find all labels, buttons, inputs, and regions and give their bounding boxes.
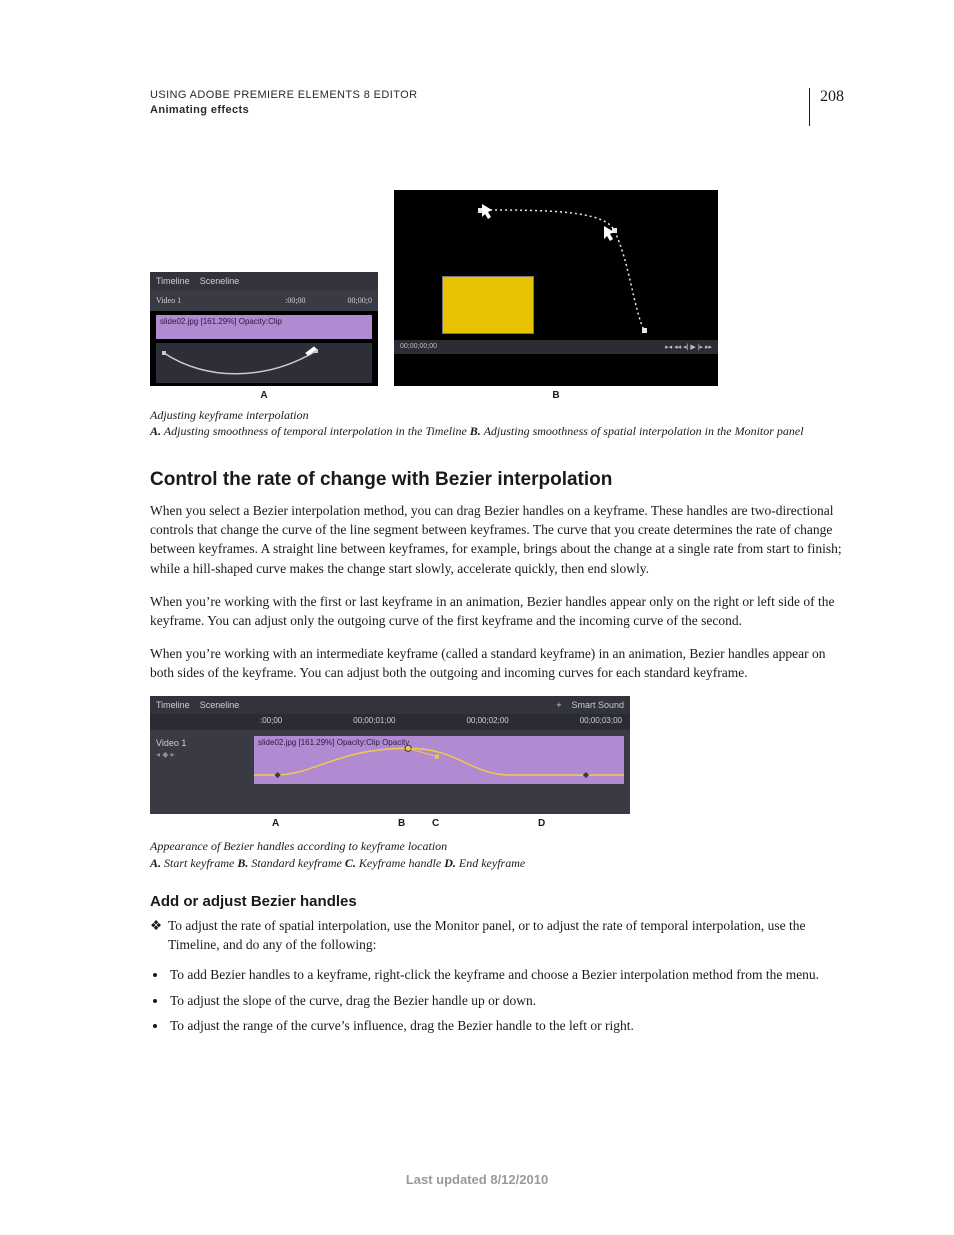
figure-2-caption-lead: Appearance of Bezier handles according t… (150, 838, 844, 854)
figure-2-caption-c-text: Keyframe handle (356, 856, 444, 870)
figure-1-panel-a: Timeline Sceneline Video 1 :00;00 00;00;… (150, 272, 378, 386)
bullet-3: To adjust the range of the curve’s influ… (168, 1013, 844, 1039)
tab-timeline: Timeline (156, 276, 190, 286)
lead-item-text: To adjust the rate of spatial interpolat… (168, 918, 806, 952)
figure-1-letter-b: B (394, 390, 718, 401)
tab-timeline-2: Timeline (156, 700, 190, 710)
page-number-rule: 208 (809, 88, 844, 126)
figure-1-caption-b-text: Adjusting smoothness of spatial interpol… (481, 424, 804, 438)
bullet-1: To add Bezier handles to a keyframe, rig… (168, 962, 844, 988)
section-p3: When you’re working with an intermediate… (150, 644, 844, 682)
figure-2: Timeline Sceneline + Smart Sound :00;00 … (150, 696, 630, 832)
figure-1-caption-lead: Adjusting keyframe interpolation (150, 407, 844, 423)
figure-1-letter-a: A (150, 390, 378, 401)
figure-2-letter-c: C (432, 818, 439, 829)
bullet-2: To adjust the slope of the curve, drag t… (168, 988, 844, 1014)
header-product: USING ADOBE PREMIERE ELEMENTS 8 EDITOR (150, 88, 417, 103)
ruler-t2: 00;00;02;00 (466, 716, 508, 730)
section-heading: Control the rate of change with Bezier i… (150, 469, 844, 491)
tab-sceneline-2: Sceneline (200, 700, 240, 710)
figure-1-letters: A B (150, 390, 844, 401)
figure-2-letter-b: B (398, 818, 405, 829)
figure-2-letter-d: D (538, 818, 545, 829)
section-p2: When you’re working with the first or la… (150, 592, 844, 630)
figure-1-caption-a-text: Adjusting smoothness of temporal interpo… (161, 424, 470, 438)
figure-1-caption-a-key: A. (150, 424, 161, 438)
ruler-t1: 00;00;01;00 (353, 716, 395, 730)
figure-2-clip-strip: slide02.jpg [161.29%] Opacity:Clip Opaci… (254, 736, 624, 784)
figure-2-caption: Appearance of Bezier handles according t… (150, 838, 844, 870)
clip-label: slide02.jpg [161.29%] Opacity:Clip (156, 315, 372, 339)
diamond-lead-item: ❖ To adjust the rate of spatial interpola… (150, 916, 844, 954)
section-p1: When you select a Bezier interpolation m… (150, 501, 844, 578)
figure-2-caption-c-key: C. (345, 856, 356, 870)
bullet-list: To add Bezier handles to a keyframe, rig… (150, 962, 844, 1039)
monitor-thumbnail (442, 276, 534, 334)
keyframe-graph-a (156, 343, 372, 383)
running-header: USING ADOBE PREMIERE ELEMENTS 8 EDITOR A… (150, 88, 844, 118)
figure-2-letters: A B C D (150, 818, 630, 832)
figure-2-letter-a: A (272, 818, 279, 829)
diamond-bullet-icon: ❖ (150, 916, 160, 935)
page-number: 208 (820, 88, 844, 106)
figure-2-ruler: :00;00 00;00;01;00 00;00;02;00 00;00;03;… (150, 714, 630, 730)
monitor-toolbar: 00;00;00;00 ▸◂ ◂◂ ◂| ▶ |▸ ▸▸ (394, 340, 718, 354)
time-start: :00;00 (285, 296, 305, 305)
time-end: 00;00;0 (348, 296, 372, 305)
header-chapter: Animating effects (150, 103, 417, 118)
plus-icon: + (556, 700, 561, 710)
figure-2-caption-d-text: End keyframe (456, 856, 525, 870)
figure-2-panel: Timeline Sceneline + Smart Sound :00;00 … (150, 696, 630, 814)
figure-2-caption-b-text: Standard keyframe (248, 856, 345, 870)
ruler-t0: :00;00 (260, 716, 282, 730)
figure-2-caption-a-key: A. (150, 856, 161, 870)
figure-2-caption-a-text: Start keyframe (161, 856, 237, 870)
track-nav-icons: ◂ ◆ ▸ (156, 750, 248, 759)
figure-1-panel-b: 00;00;00;00 ▸◂ ◂◂ ◂| ▶ |▸ ▸▸ (394, 190, 718, 386)
smart-sound-label: Smart Sound (571, 700, 624, 710)
tab-sceneline: Sceneline (200, 276, 240, 286)
footer-last-updated: Last updated 8/12/2010 (0, 1172, 954, 1187)
track-label-2: Video 1 (156, 738, 248, 748)
figure-1-caption: Adjusting keyframe interpolation A. Adju… (150, 407, 844, 439)
figure-2-caption-b-key: B. (237, 856, 248, 870)
monitor-timecode: 00;00;00;00 (400, 343, 437, 350)
ruler-t3: 00;00;03;00 (580, 716, 622, 730)
figure-2-caption-d-key: D. (444, 856, 456, 870)
figure-1-caption-b-key: B. (470, 424, 481, 438)
track-label: Video 1 (156, 296, 181, 305)
subsection-heading: Add or adjust Bezier handles (150, 893, 844, 910)
figure-1: Timeline Sceneline Video 1 :00;00 00;00;… (150, 190, 844, 386)
